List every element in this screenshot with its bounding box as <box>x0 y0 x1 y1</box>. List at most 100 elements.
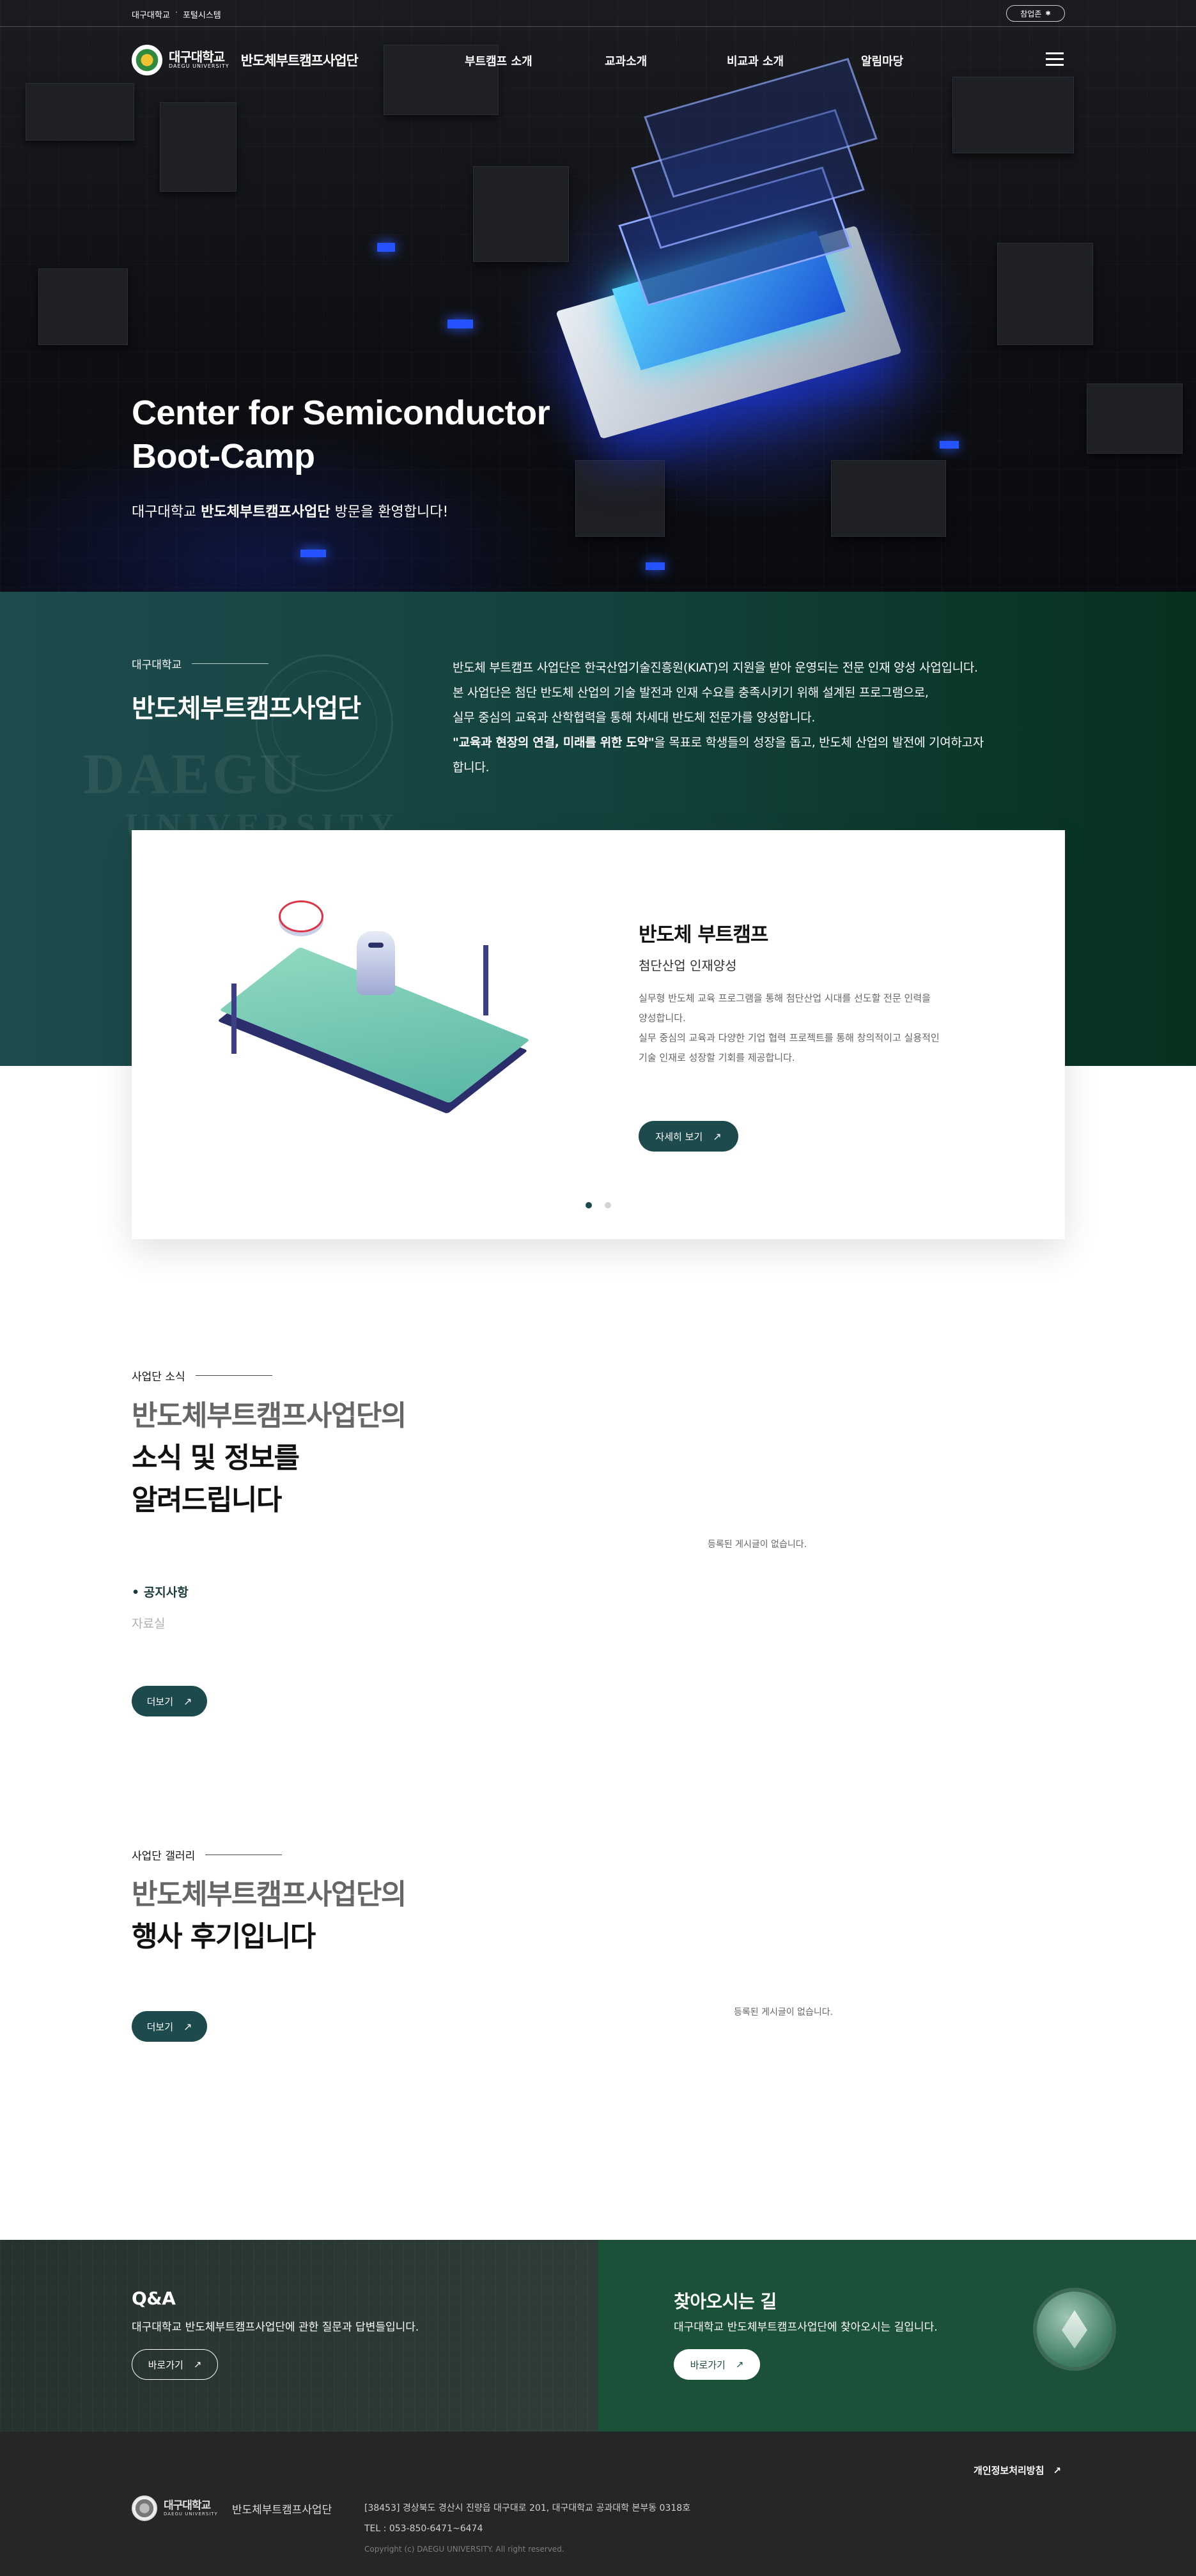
intro-line: 본 사업단은 첨단 반도체 산업의 기술 발전과 인재 수요를 충족시키기 위해… <box>453 686 929 700</box>
directions-go-button[interactable]: 바로가기 ↗ <box>674 2349 760 2380</box>
gallery-title: 반도체부트캠프사업단의 행사 후기입니다 <box>132 1874 407 1958</box>
welcome-prefix: 대구대학교 <box>132 504 201 520</box>
intro-line-rest: 을 목표로 학생들의 성장을 돕고, 반도체 산업의 발전에 기여하고자 <box>654 736 984 750</box>
privacy-policy-link[interactable]: 개인정보처리방침 ↗ <box>974 2464 1061 2477</box>
intro-line: "교육과 현장의 연결, 미래를 위한 도약"을 목표로 학생들의 성장을 돕고… <box>453 730 1041 755</box>
semiconductor-chip-illustration <box>555 58 920 467</box>
news-more-button[interactable]: 더보기 ↗ <box>132 1686 207 1716</box>
footer-info: [38453] 경상북도 경산시 진량읍 대구대로 201, 대구대학교 공과대… <box>364 2498 690 2559</box>
logo-english: DAEGU UNIVERSITY <box>169 63 229 70</box>
welcome-suffix: 방문을 환영합니다! <box>330 504 449 520</box>
qna-banner: Q&A 대구대학교 반도체부트캠프사업단에 관한 질문과 답변들입니다. 바로가… <box>0 2240 598 2432</box>
card-description: 실무형 반도체 교육 프로그램을 통해 첨단산업 시대를 선도할 전문 인력을 … <box>639 989 997 1068</box>
tab-notice[interactable]: • 공지사항 <box>132 1583 189 1600</box>
logo-korean: 대구대학교 <box>169 49 225 65</box>
arrow-up-right-icon: ↗ <box>735 2359 744 2370</box>
directions-banner: 찾아오시는 길 대구대학교 반도체부트캠프사업단에 찾아오시는 길입니다. 바로… <box>598 2240 1196 2432</box>
card-desc-line: 기술 인재로 성장할 기회를 제공합니다. <box>639 1052 795 1063</box>
intro-line: 반도체 부트캠프 사업단은 한국산업기술진흥원(KIAT)의 지원을 받아 운영… <box>453 661 978 675</box>
hero-title-line1: Center for Semiconductor <box>132 394 550 432</box>
intro-line: 실무 중심의 교육과 산학협력을 통해 차세대 반도체 전문가를 양성합니다. <box>453 711 816 725</box>
footer-copyright: Copyright (c) DAEGU UNIVERSITY. All righ… <box>364 2545 564 2554</box>
news-title-line1: 반도체부트캠프사업단의 <box>132 1400 407 1432</box>
intro-title: 반도체부트캠프사업단 <box>132 694 361 723</box>
blue-light <box>300 550 326 557</box>
arrow-up-right-icon: ↗ <box>183 1695 192 1708</box>
nav-bootcamp-intro[interactable]: 부트캠프 소개 <box>465 52 532 69</box>
logo-text: 대구대학교 DAEGU UNIVERSITY <box>169 50 229 69</box>
site-logo[interactable]: 대구대학교 DAEGU UNIVERSITY 반도체부트캠프사업단 <box>132 45 359 75</box>
site-footer: 개인정보처리방침 ↗ 대구대학교 DAEGU UNIVERSITY 반도체부트캠… <box>0 2432 1196 2576</box>
blue-light <box>447 320 473 328</box>
nav-extracurricular[interactable]: 비교과 소개 <box>727 52 784 69</box>
go-label: 바로가기 <box>148 2359 183 2371</box>
circuit-texture <box>0 2240 598 2432</box>
news-empty-message: 등록된 게시글이 없습니다. <box>708 1539 807 1550</box>
bootcamp-slider-card: 반도체 부트캠프 첨단산업 인재양성 실무형 반도체 교육 프로그램을 통해 첨… <box>132 830 1065 1239</box>
card-desc-line: 실무형 반도체 교육 프로그램을 통해 첨단산업 시대를 선도할 전문 인력을 <box>639 992 931 1004</box>
intro-eyebrow: 대구대학교 <box>132 656 269 672</box>
directions-title: 찾아오시는 길 <box>674 2291 777 2312</box>
blue-light <box>646 562 665 570</box>
view-details-label: 자세히 보기 <box>655 1130 703 1143</box>
tab-notice-label: 공지사항 <box>143 1585 189 1600</box>
footer-tel: TEL : 053-850-6471~6474 <box>364 2524 483 2534</box>
blue-light <box>377 243 395 252</box>
arrow-up-right-icon: ↗ <box>193 2359 202 2370</box>
tab-archive[interactable]: 자료실 <box>132 1614 189 1631</box>
more-label: 더보기 <box>146 2021 173 2033</box>
gallery-more-button[interactable]: 더보기 ↗ <box>132 2011 207 2042</box>
site-header: 대구대학교 DAEGU UNIVERSITY 반도체부트캠프사업단 부트캠프 소… <box>0 27 1196 95</box>
sitemap-button[interactable]: 참업존 ✱ <box>1006 5 1065 22</box>
card-desc-line: 실무 중심의 교육과 다양한 기업 협력 프로젝트를 통해 창의적이고 실용적인 <box>639 1032 940 1044</box>
arrow-up-right-icon: ↗ <box>183 2020 192 2033</box>
intro-slogan: "교육과 현장의 연결, 미래를 위한 도약" <box>453 736 655 750</box>
welcome-bold: 반도체부트캠프사업단 <box>201 504 330 520</box>
nav-notice-board[interactable]: 알림마당 <box>861 52 903 69</box>
qna-description: 대구대학교 반도체부트캠프사업단에 관한 질문과 답변들입니다. <box>132 2321 419 2334</box>
gallery-title-line1: 반도체부트캠프사업단의 <box>132 1878 407 1911</box>
clock-icon <box>279 900 323 932</box>
nav-curriculum[interactable]: 교과소개 <box>605 52 647 69</box>
hero-title: Center for Semiconductor Boot-Camp <box>132 391 550 478</box>
intro-line: 합니다. <box>453 760 490 775</box>
watermark-line1: DAEGU <box>83 743 304 806</box>
utility-links: 대구대학교 · 포털시스템 <box>132 8 221 20</box>
more-label: 더보기 <box>146 1695 173 1708</box>
robot-circuit-illustration <box>208 900 554 1143</box>
privacy-label: 개인정보처리방침 <box>974 2465 1045 2476</box>
intro-eyebrow-text: 대구대학교 <box>132 659 182 672</box>
daegu-university-link[interactable]: 대구대학교 <box>132 8 170 20</box>
directions-description: 대구대학교 반도체부트캠프사업단에 찾아오시는 길입니다. <box>674 2321 938 2334</box>
logo-subtitle: 반도체부트캠프사업단 <box>240 53 359 68</box>
card-title: 반도체 부트캠프 <box>639 923 768 946</box>
card-desc-line: 양성합니다. <box>639 1012 686 1024</box>
divider <box>192 663 269 664</box>
blue-light <box>940 441 959 449</box>
intro-description: 반도체 부트캠프 사업단은 한국산업기술진흥원(KIAT)의 지원을 받아 운영… <box>453 656 1041 780</box>
view-details-button[interactable]: 자세히 보기 ↗ <box>639 1121 738 1152</box>
university-emblem-icon <box>132 45 162 75</box>
sitemap-label: 참업존 <box>1020 9 1042 19</box>
hero-section: 대구대학교 · 포털시스템 참업존 ✱ 대구대학교 DAEGU UNIVERSI… <box>0 0 1196 592</box>
footer-logo-text: 대구대학교 DAEGU UNIVERSITY <box>164 2500 218 2517</box>
go-label: 바로가기 <box>690 2359 726 2371</box>
utility-bar: 대구대학교 · 포털시스템 참업존 ✱ <box>0 0 1196 27</box>
footer-address: [38453] 경상북도 경산시 진량읍 대구대로 201, 대구대학교 공과대… <box>364 2503 691 2513</box>
slide-dot-2[interactable] <box>605 1202 611 1208</box>
portal-system-link[interactable]: 포털시스템 <box>183 8 221 20</box>
slide-dot-1[interactable] <box>586 1202 592 1208</box>
university-emblem-icon <box>132 2495 157 2521</box>
gear-icon: ✱ <box>1045 10 1051 17</box>
divider <box>195 1375 272 1376</box>
card-subtitle: 첨단산업 인재양성 <box>639 958 737 973</box>
news-title-line2: 소식 및 정보를 <box>132 1442 300 1474</box>
footer-logo-english: DAEGU UNIVERSITY <box>164 2511 218 2517</box>
hamburger-icon[interactable] <box>1046 52 1064 66</box>
news-title: 반도체부트캠프사업단의 소식 및 정보를 알려드립니다 <box>132 1395 407 1522</box>
gallery-eyebrow: 사업단 갤러리 <box>132 1847 283 1863</box>
footer-logo-subtitle: 반도체부트캠프사업단 <box>231 2503 332 2517</box>
footer-logo: 대구대학교 DAEGU UNIVERSITY 반도체부트캠프사업단 <box>132 2495 332 2521</box>
qna-go-button[interactable]: 바로가기 ↗ <box>132 2349 218 2380</box>
hero-title-line2: Boot-Camp <box>132 437 315 475</box>
